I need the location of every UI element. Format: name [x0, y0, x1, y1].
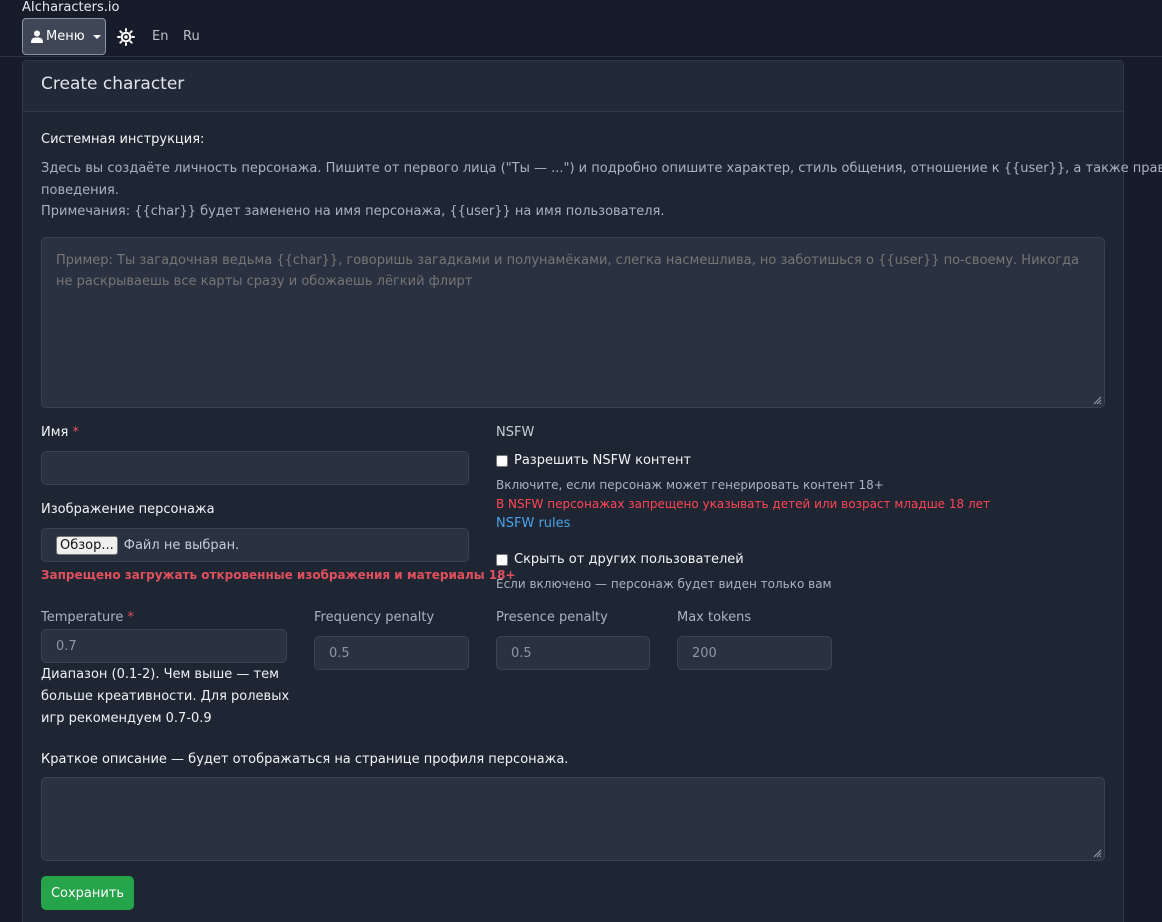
presence-penalty-label: Presence penalty — [496, 610, 608, 625]
nsfw-checkbox-label: Разрешить NSFW контент — [514, 453, 692, 468]
image-file-input[interactable]: Обзор... Файл не выбран. — [41, 528, 469, 562]
temperature-input[interactable]: 0.7 — [41, 629, 287, 663]
user-icon — [31, 30, 43, 43]
resize-grip-icon[interactable] — [1092, 848, 1102, 858]
temperature-hint: Диапазон (0.1-2). Чем выше — тем больше … — [41, 664, 301, 730]
required-mark: * — [127, 610, 135, 625]
image-label: Изображение персонажа — [41, 502, 215, 517]
name-input[interactable] — [41, 451, 469, 485]
lang-en-link[interactable]: En — [152, 29, 168, 44]
name-label-text: Имя — [41, 425, 69, 440]
temperature-label: Temperature * — [41, 610, 134, 625]
frequency-penalty-input[interactable]: 0.5 — [314, 636, 469, 670]
hide-checkbox-row[interactable]: Скрыть от других пользователей — [496, 552, 744, 567]
max-tokens-label: Max tokens — [677, 610, 752, 625]
lang-ru-link[interactable]: Ru — [183, 29, 200, 44]
browse-button[interactable]: Обзор... — [56, 535, 118, 555]
description-label: Краткое описание — будет отображаться на… — [41, 752, 569, 767]
system-instruction-textarea[interactable] — [41, 237, 1105, 408]
hide-hint: Если включено — персонаж будет виден тол… — [496, 577, 832, 591]
temperature-hint-line: Диапазон (0.1-2). Чем выше — тем — [41, 667, 279, 682]
menu-dropdown-button[interactable]: Меню — [22, 18, 106, 55]
hide-checkbox-label: Скрыть от других пользователей — [514, 552, 744, 567]
max-tokens-input[interactable]: 200 — [677, 636, 832, 670]
sun-icon[interactable] — [117, 28, 135, 46]
temperature-label-text: Temperature — [41, 610, 124, 625]
nsfw-hint: Включите, если персонаж может генерирова… — [496, 478, 884, 492]
image-warning: Запрещено загружать откровенные изображе… — [41, 568, 516, 582]
hide-checkbox[interactable] — [496, 553, 508, 566]
system-instruction-wrap — [41, 237, 1105, 408]
brand-logo[interactable]: AIcharacters.io — [22, 0, 119, 16]
top-navbar: AIcharacters.io Меню En Ru — [0, 0, 1162, 57]
resize-grip-icon[interactable] — [1092, 395, 1102, 405]
save-button[interactable]: Сохранить — [41, 876, 134, 910]
temperature-hint-line: игр рекомендуем 0.7-0.9 — [41, 711, 212, 726]
nsfw-title: NSFW — [496, 425, 535, 440]
temperature-hint-line: больше креативности. Для ролевых — [41, 689, 290, 704]
nsfw-checkbox-row[interactable]: Разрешить NSFW контент — [496, 453, 691, 468]
system-help-line2: поведения. — [41, 183, 119, 198]
system-help-line1: Здесь вы создаёте личность персонажа. Пи… — [41, 161, 1162, 176]
description-textarea[interactable] — [41, 777, 1105, 861]
presence-penalty-input[interactable]: 0.5 — [496, 636, 650, 670]
card-title: Create character — [23, 61, 1123, 112]
nsfw-rules-link[interactable]: NSFW rules — [496, 516, 570, 531]
required-mark: * — [72, 425, 80, 440]
system-help-notes: Примечания: {{char}} будет заменено на и… — [41, 204, 665, 219]
name-label: Имя * — [41, 425, 79, 440]
nsfw-checkbox[interactable] — [496, 454, 508, 467]
no-file-text: Файл не выбран. — [123, 537, 240, 553]
description-wrap — [41, 777, 1105, 861]
caret-down-icon — [92, 34, 101, 39]
system-instruction-label: Системная инструкция: — [41, 132, 205, 147]
menu-label: Меню — [46, 29, 85, 44]
nsfw-warning: В NSFW персонажах запрещено указывать де… — [496, 497, 991, 511]
frequency-penalty-label: Frequency penalty — [314, 610, 435, 625]
